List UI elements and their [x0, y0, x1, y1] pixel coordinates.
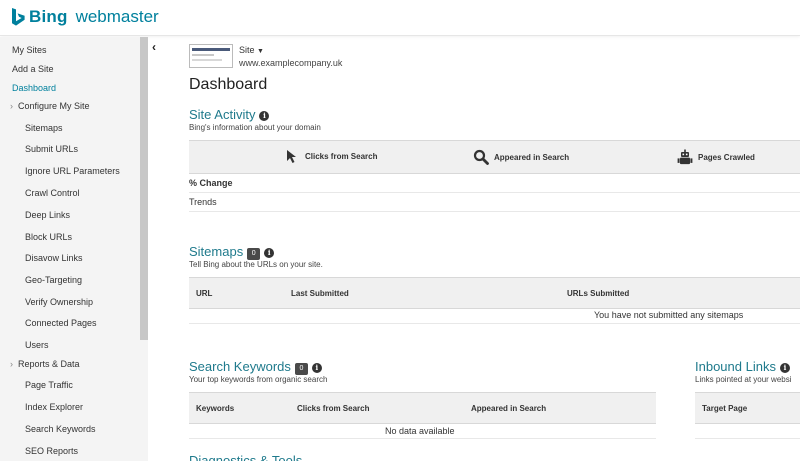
inbound-links-title: Inbound Links — [695, 359, 776, 374]
site-selector[interactable]: Site ▼ — [239, 45, 264, 55]
row-label-percent-change: % Change — [189, 178, 233, 188]
column-last-submitted[interactable]: Last Submitted — [291, 289, 349, 298]
robot-icon — [677, 149, 693, 165]
sidebar-item-connected-pages[interactable]: Connected Pages — [25, 318, 97, 328]
sitemaps-count-badge: 0 — [247, 248, 261, 260]
row-divider — [189, 192, 800, 193]
sitemaps-empty-message: You have not submitted any sitemaps — [594, 310, 744, 320]
chevron-right-icon: › — [10, 101, 13, 111]
inbound-links-subtitle: Links pointed at your websi — [695, 375, 792, 384]
search-keywords-header: Search Keywords 0 i — [189, 358, 322, 376]
sitemaps-header: Sitemaps 0 i — [189, 243, 275, 261]
sidebar-item-ignore-url-parameters[interactable]: Ignore URL Parameters — [25, 166, 120, 176]
sidebar-item-reports-and-data[interactable]: › Reports & Data — [10, 359, 80, 369]
top-bar: Bing webmaster — [0, 0, 800, 36]
sidebar-item-submit-urls[interactable]: Submit URLs — [25, 144, 78, 154]
info-icon[interactable]: i — [779, 363, 790, 373]
sidebar-item-crawl-control[interactable]: Crawl Control — [25, 188, 80, 198]
sidebar-item-search-keywords[interactable]: Search Keywords — [25, 424, 96, 434]
diagnostics-tools-title: Diagnostics & Tools — [189, 454, 302, 461]
site-activity-title: Site Activity — [189, 107, 256, 122]
column-keywords[interactable]: Keywords — [196, 404, 234, 413]
bing-webmaster-logo[interactable]: Bing webmaster — [11, 7, 159, 27]
sidebar-item-add-a-site[interactable]: Add a Site — [12, 64, 54, 74]
column-urls-submitted[interactable]: URLs Submitted — [567, 289, 629, 298]
search-keywords-subtitle: Your top keywords from organic search — [189, 375, 328, 384]
sitemaps-subtitle: Tell Bing about the URLs on your site. — [189, 260, 323, 269]
sidebar-item-deep-links[interactable]: Deep Links — [25, 210, 70, 220]
sidebar-item-geo-targeting[interactable]: Geo-Targeting — [25, 275, 82, 285]
sitemaps-table-header — [189, 277, 800, 309]
column-pages-crawled: Pages Crawled — [677, 149, 755, 165]
product-name: webmaster — [75, 7, 159, 26]
search-keywords-table-header — [189, 392, 656, 424]
sidebar-item-seo-reports[interactable]: SEO Reports — [25, 446, 78, 456]
column-url[interactable]: URL — [196, 289, 212, 298]
chevron-right-icon: › — [10, 359, 13, 369]
column-appeared-in-search[interactable]: Appeared in Search — [471, 404, 546, 413]
search-keywords-empty-message: No data available — [385, 426, 455, 436]
sidebar-item-disavow-links[interactable]: Disavow Links — [25, 253, 83, 263]
sidebar-item-block-urls[interactable]: Block URLs — [25, 232, 72, 242]
site-thumbnail — [189, 44, 233, 68]
info-icon[interactable]: i — [259, 111, 270, 121]
row-divider — [189, 438, 656, 439]
column-target-page[interactable]: Target Page — [702, 404, 747, 413]
inbound-links-header: Inbound Links i — [695, 358, 790, 376]
sidebar-item-verify-ownership[interactable]: Verify Ownership — [25, 297, 93, 307]
sidebar-item-page-traffic[interactable]: Page Traffic — [25, 380, 73, 390]
sidebar-item-configure-my-site[interactable]: › Configure My Site — [10, 101, 90, 111]
cursor-icon — [287, 150, 296, 163]
sitemaps-title: Sitemaps — [189, 244, 244, 259]
chevron-left-icon[interactable]: ‹ — [148, 40, 160, 54]
site-activity-header: Site Activity i — [189, 106, 270, 124]
sidebar-scrollbar[interactable] — [140, 37, 148, 340]
column-clicks-from-search[interactable]: Clicks from Search — [297, 404, 369, 413]
info-icon[interactable]: i — [264, 248, 275, 258]
site-activity-subtitle: Bing's information about your domain — [189, 123, 321, 132]
magnifier-icon — [473, 149, 489, 165]
info-icon[interactable]: i — [311, 363, 322, 373]
column-clicks-from-search: Clicks from Search — [286, 149, 377, 164]
sidebar-item-index-explorer[interactable]: Index Explorer — [25, 402, 83, 412]
row-divider — [189, 323, 800, 324]
row-label-trends: Trends — [189, 197, 217, 207]
caret-down-icon: ▼ — [257, 48, 264, 55]
row-divider — [189, 211, 800, 212]
row-divider — [695, 438, 800, 439]
sidebar-item-my-sites[interactable]: My Sites — [12, 45, 47, 55]
search-keywords-count-badge: 0 — [294, 363, 308, 375]
site-url: www.examplecompany.uk — [239, 58, 343, 68]
sidebar-item-dashboard[interactable]: Dashboard — [12, 83, 56, 93]
bing-logo-icon — [12, 8, 25, 26]
sidebar-item-sitemaps[interactable]: Sitemaps — [25, 123, 63, 133]
page-title: Dashboard — [189, 76, 268, 93]
search-keywords-title: Search Keywords — [189, 359, 291, 374]
sidebar-item-users[interactable]: Users — [25, 340, 49, 350]
brand-name: Bing — [29, 7, 68, 26]
column-appeared-in-search: Appeared in Search — [473, 149, 569, 165]
